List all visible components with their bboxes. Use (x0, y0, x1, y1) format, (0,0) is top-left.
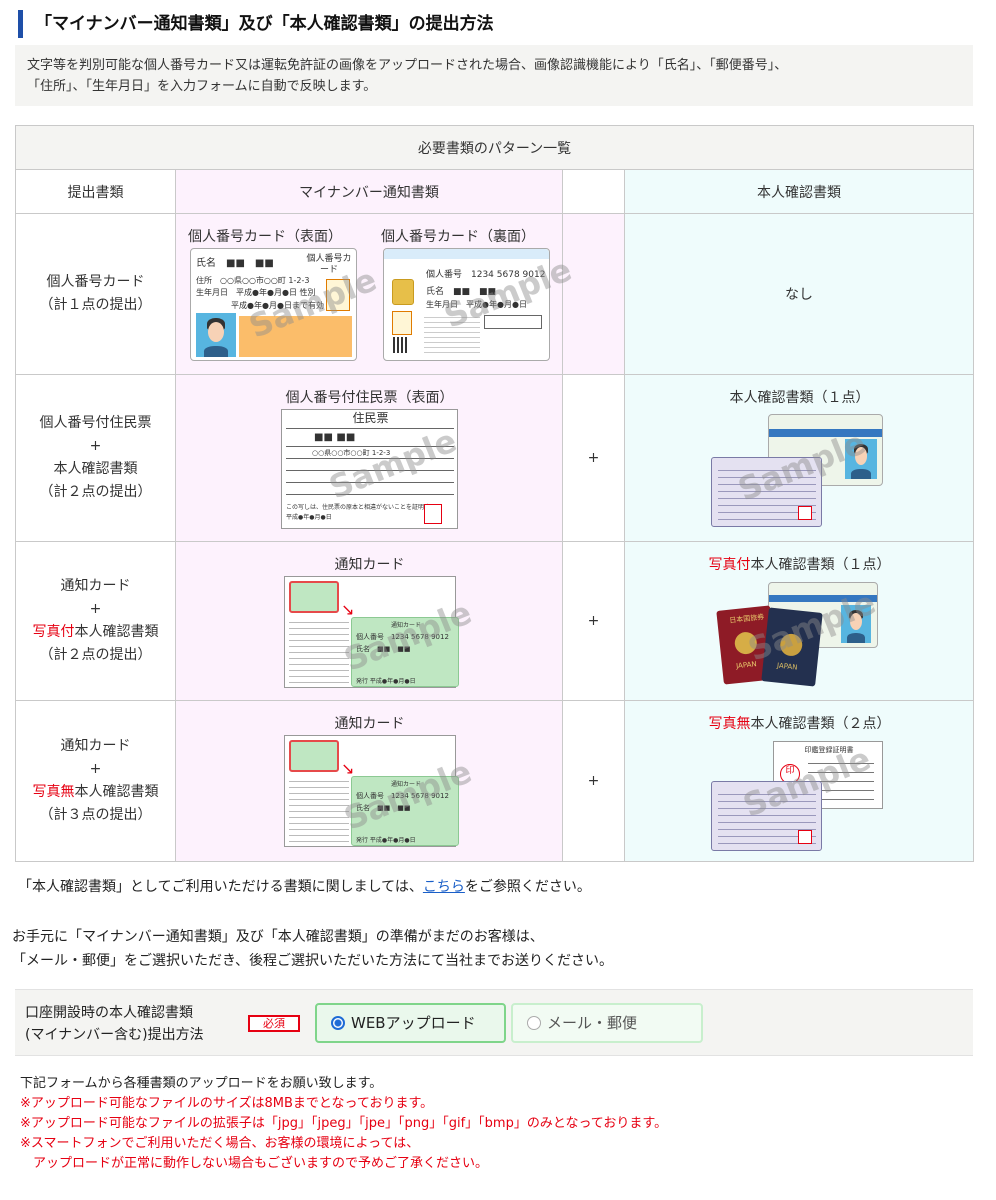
row-label-line: （計１点の提出） (39, 297, 152, 313)
page-title: 「マイナンバー通知書類」及び「本人確認書類」の提出方法 (18, 10, 494, 38)
tsuchi-card-issue: 発行 平成●年●月●日 (356, 678, 416, 685)
note-line: お手元に「マイナンバー通知書類」及び「本人確認書類」の準備がまだのお客様は、 (12, 929, 544, 945)
ic-chip-icon (392, 279, 414, 305)
document-pattern-table: 必要書類のパターン一覧 提出書類 マイナンバー通知書類 本人確認書類 個人番号カ… (15, 125, 974, 862)
tsuchi-card-issue: 発行 平成●年●月●日 (356, 837, 416, 844)
plus-sign: + (562, 700, 625, 862)
juminhyo-seal (424, 504, 442, 524)
tsuchi-caption: 通知カード (334, 557, 405, 573)
submission-method-label: 口座開設時の本人確認書類 (マイナンバー含む)提出方法 (25, 1005, 204, 1043)
photo-id-caption: 写真付本人確認書類（１点） (708, 557, 891, 573)
instruction-line: ※アップロード可能なファイルの拡張子は「jpg」「jpeg」「jpe」「png」… (20, 1116, 668, 1131)
instruction-line: アップロードが正常に動作しない場合もございますので予めご了承ください。 (20, 1156, 489, 1171)
required-badge: 必須 (248, 1015, 300, 1032)
row-label-line: + (89, 601, 102, 617)
tsuchi-caption: 通知カード (334, 716, 405, 732)
card-front-caption: 個人番号カード（表面） (188, 229, 342, 245)
option-label: WEBアップロード (351, 1014, 476, 1032)
no-photo-id-caption: 写真無本人確認書類（２点） (708, 716, 891, 732)
passport-label: 日本国旅券 (728, 613, 765, 625)
note-line: 「メール・郵便」をご選択いただき、後程ご選択いただいた方法にて当社までお送りくだ… (12, 953, 614, 969)
card-back-seal (392, 311, 412, 335)
juminhyo-image-cell: 個人番号付住民票（表面） 住民票 ■■ ■■ ○○県○○市○○町 1-2-3 こ… (175, 374, 563, 542)
note-text: をご参照ください。 (464, 879, 591, 895)
intro-text: 文字等を判別可能な個人番号カード又は運転免許証の画像をアップロードされた場合、画… (15, 45, 973, 106)
mynumber-card-images: 個人番号カード（表面） 個人番号カード（裏面） 氏名 ■■ ■■ 個人番号カード… (175, 213, 577, 375)
id-docs-link[interactable]: こちら (423, 879, 465, 895)
row-label: 通知カード + 写真付本人確認書類 （計２点の提出） (15, 541, 176, 701)
tsuchi-card-image-cell: 通知カード ↘ 通知カード 個人番号 1234 5678 9012 氏名 ■■ … (175, 700, 563, 862)
card-back-caption: 個人番号カード（裏面） (381, 229, 535, 245)
row-label-line: （計２点の提出） (39, 647, 152, 663)
preparation-note: お手元に「マイナンバー通知書類」及び「本人確認書類」の準備がまだのお客様は、 「… (12, 925, 613, 973)
instruction-line: ※スマートフォンでご利用いただく場合、お客様の環境によっては、 (20, 1136, 420, 1151)
table-row: 通知カード + 写真付本人確認書類 （計２点の提出） 通知カード ↘ 通知カード… (15, 541, 974, 701)
option-mail-post[interactable]: メール・郵便 (511, 1003, 703, 1043)
instruction-line: 下記フォームから各種書類のアップロードをお願い致します。 (20, 1076, 383, 1091)
row-label-line: 通知カード (60, 578, 131, 594)
row-label-line: 写真無本人確認書類 (32, 784, 159, 800)
row-label-line: 通知カード (60, 738, 131, 754)
passport-en: JAPAN (776, 661, 798, 672)
row-label-line: 個人番号付住民票 (39, 415, 152, 431)
juminhyo-caption: 個人番号付住民票（表面） (285, 390, 454, 406)
row-label-line: + (89, 438, 102, 454)
row-label-line: 写真付本人確認書類 (32, 624, 159, 640)
person-photo (196, 313, 236, 357)
header-submitted-docs: 提出書類 (15, 169, 176, 214)
intro-line-1: 文字等を判別可能な個人番号カード又は運転免許証の画像をアップロードされた場合、画… (27, 58, 788, 73)
intro-line-2: 「住所」、「生年月日」を入力フォームに自動で反映します。 (27, 79, 377, 94)
row-label-line: 個人番号カード (46, 274, 145, 290)
submission-method-field: 口座開設時の本人確認書類 (マイナンバー含む)提出方法 必須 WEBアップロード… (15, 989, 973, 1056)
tsuchi-card-image-cell: 通知カード ↘ 通知カード 個人番号 1234 5678 9012 氏名 ■■ … (175, 541, 563, 701)
instruction-line: ※アップロード可能なファイルのサイズは8MBまでとなっております。 (20, 1096, 434, 1111)
plus-sign: + (562, 374, 625, 542)
id-docs-none: なし (624, 213, 974, 375)
table-caption: 必要書類のパターン一覧 (15, 125, 974, 170)
no-photo-id-image-cell: 写真無本人確認書類（２点） 印鑑登録証明書 印 Sample (624, 700, 974, 862)
juminhyo-title: 住民票 (352, 411, 389, 425)
option-web-upload[interactable]: WEBアップロード (315, 1003, 506, 1043)
header-plus-spacer (562, 169, 625, 214)
radio-unselected-icon[interactable] (527, 1016, 541, 1030)
row-label: 通知カード + 写真無本人確認書類 （計３点の提出） (15, 700, 176, 862)
id-docs-1-image-cell: 本人確認書類（１点） Sample (624, 374, 974, 542)
card-front-name: 氏名 ■■ ■■ (196, 258, 274, 269)
row-label-line: （計２点の提出） (39, 484, 152, 500)
juminhyo-name: ■■ ■■ (314, 432, 356, 443)
row-label-line: + (89, 761, 102, 777)
plus-spacer (562, 213, 625, 375)
upload-instructions: 下記フォームから各種書類のアップロードをお願い致します。 ※アップロード可能なフ… (20, 1074, 667, 1174)
option-label: メール・郵便 (547, 1014, 638, 1032)
table-row: 通知カード + 写真無本人確認書類 （計３点の提出） 通知カード ↘ 通知カード… (15, 700, 974, 862)
radio-selected-icon[interactable] (331, 1016, 345, 1030)
row-label: 個人番号カード （計１点の提出） (15, 213, 176, 375)
id-docs-note: 「本人確認書類」としてご利用いただける書類に関しましては、こちらをご参照ください… (18, 876, 591, 896)
row-label: 個人番号付住民票 + 本人確認書類 （計２点の提出） (15, 374, 176, 542)
note-text: 「本人確認書類」としてご利用いただける書類に関しましては、 (18, 879, 423, 895)
row-label-line: （計３点の提出） (39, 807, 152, 823)
juminhyo-date: 平成●年●月●日 (286, 514, 332, 521)
qr-code-icon (393, 337, 409, 353)
row-label-line: 本人確認書類 (53, 461, 138, 477)
id-docs-caption: 本人確認書類（１点） (729, 390, 870, 406)
table-row: 個人番号カード （計１点の提出） 個人番号カード（表面） 個人番号カード（裏面）… (15, 213, 974, 375)
header-mynumber-docs: マイナンバー通知書類 (175, 169, 563, 214)
plus-sign: + (562, 541, 625, 701)
table-row: 個人番号付住民票 + 本人確認書類 （計２点の提出） 個人番号付住民票（表面） … (15, 374, 974, 542)
header-id-docs: 本人確認書類 (624, 169, 974, 214)
photo-id-image-cell: 写真付本人確認書類（１点） 日本国旅券 JAPAN JAPAN Sample (624, 541, 974, 701)
card-front-address: 住所 ○○県○○市○○町 1-2-3 (196, 276, 310, 285)
